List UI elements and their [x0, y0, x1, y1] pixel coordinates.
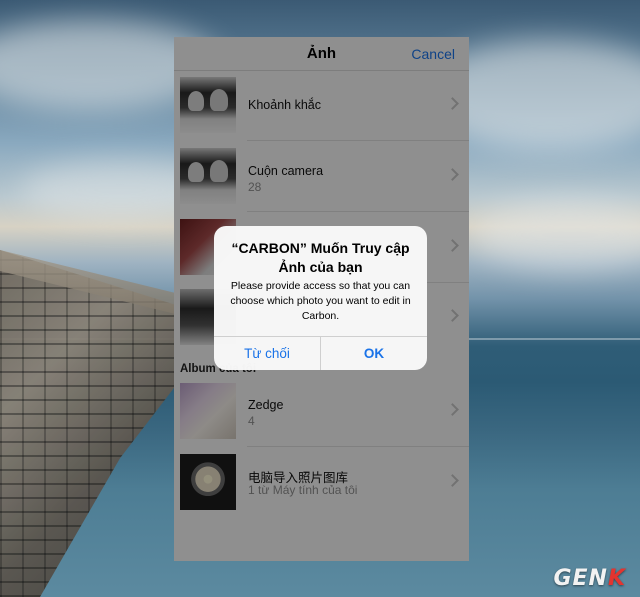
alert-message: Please provide access so that you can ch…	[230, 280, 411, 322]
genk-watermark-logo: GENK	[553, 566, 626, 591]
alert-title: “CARBON” Muốn Truy cập Ảnh của bạn	[231, 240, 410, 275]
deny-button[interactable]: Từ chối	[214, 337, 320, 370]
watermark-text: GEN	[553, 566, 608, 591]
watermark-accent: K	[607, 566, 626, 591]
ok-button[interactable]: OK	[321, 337, 427, 370]
permission-alert: “CARBON” Muốn Truy cập Ảnh của bạn Pleas…	[214, 226, 427, 370]
